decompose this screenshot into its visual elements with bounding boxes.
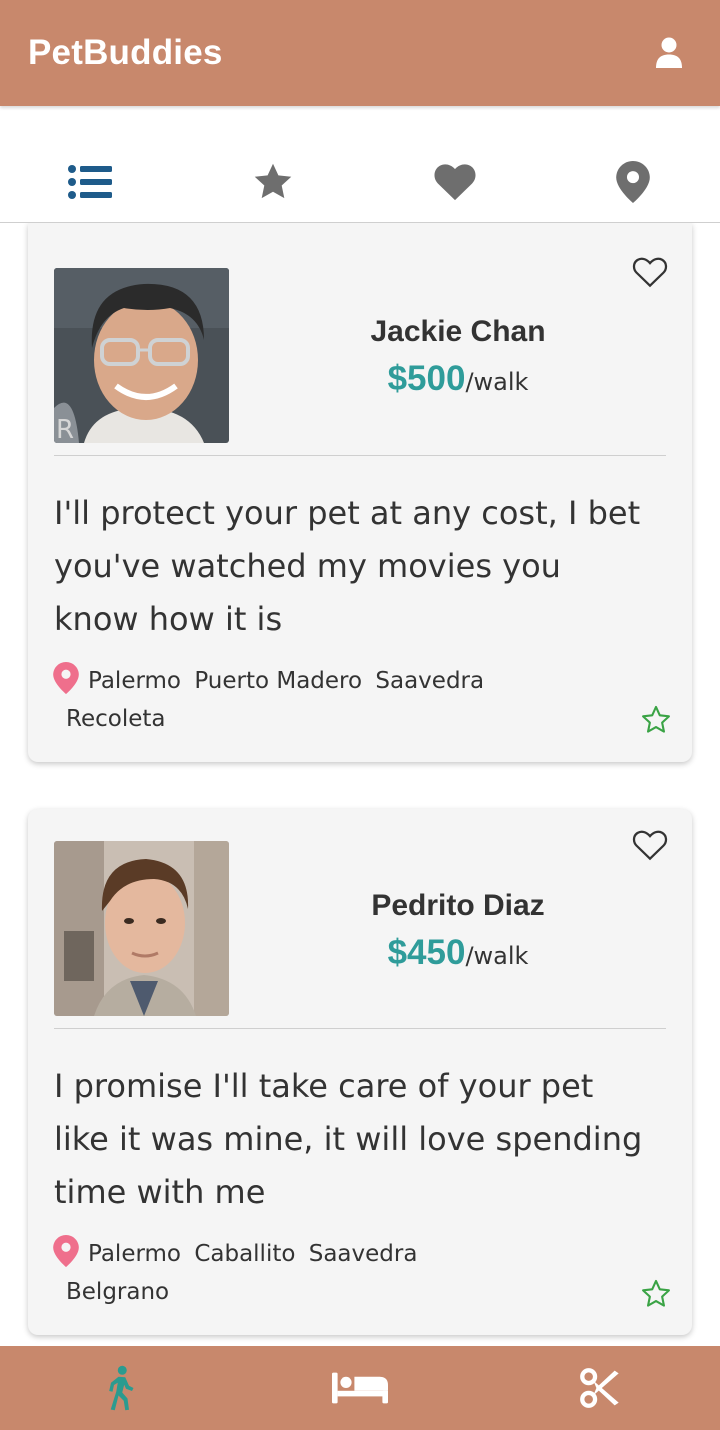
walking-icon [109,1365,134,1411]
star-icon [254,163,292,198]
scissors-icon [580,1368,619,1408]
tab-list[interactable] [0,106,180,223]
location-tag: Caballito [194,1241,296,1267]
nav-walking[interactable] [0,1346,240,1430]
map-pin-icon [616,160,650,203]
location-tag: Belgrano [66,1279,170,1305]
location-tag: Saavedra [375,668,485,694]
star-outline-icon [642,1279,670,1307]
price-unit: /walk [465,942,529,970]
profile-button[interactable] [654,36,684,70]
heart-icon [434,163,476,200]
user-icon [656,37,682,68]
location-tag: Saavedra [308,1241,418,1267]
price-line: $450/walk [258,933,658,973]
location-pin-icon [53,1235,79,1267]
svg-text:R: R [56,415,74,443]
app-header: PetBuddies [0,0,720,106]
price-line: $500/walk [258,359,658,399]
rate-button[interactable] [640,705,674,737]
tab-liked[interactable] [365,106,545,223]
location-tag: Palermo [88,1241,181,1267]
location-tag: Recoleta [66,706,166,732]
list-icon [68,164,112,199]
walker-price: $500 [387,359,466,398]
nav-grooming[interactable] [480,1346,720,1430]
location-pin-icon [53,662,79,694]
walker-price: $450 [387,933,466,972]
app-title: PetBuddies [28,33,223,72]
tab-map[interactable] [543,106,720,223]
walker-info: Jackie Chan $500/walk [258,315,658,399]
tab-favorites-star[interactable] [183,106,363,223]
walker-card[interactable]: R Jackie Chan $500/walk I'll protect you… [28,223,692,762]
bed-icon [332,1372,388,1404]
nav-boarding[interactable] [240,1346,480,1430]
bottom-nav [0,1346,720,1430]
price-unit: /walk [465,368,529,396]
walker-description: I'll protect your pet at any cost, I bet… [54,494,641,638]
rate-button[interactable] [640,1279,674,1311]
location-tag: Puerto Madero [194,668,363,694]
walker-card[interactable]: Pedrito Diaz $450/walk I promise I'll ta… [28,809,692,1335]
walker-photo: R [54,268,229,443]
tab-bar [0,106,720,223]
walker-description: I promise I'll take care of your pet lik… [54,1067,643,1211]
walker-name: Pedrito Diaz [371,889,545,922]
divider [54,455,666,456]
divider [54,1028,666,1029]
walker-feed[interactable]: R Jackie Chan $500/walk I'll protect you… [0,223,720,1346]
walker-photo [54,841,229,1016]
walker-info: Pedrito Diaz $450/walk [258,889,658,973]
heart-outline-icon [632,830,668,861]
star-outline-icon [642,705,670,733]
walker-locations: Palermo Puerto Madero Saavedra Recoleta [52,662,612,738]
walker-name: Jackie Chan [370,315,546,348]
walker-locations: Palermo Caballito Saavedra Belgrano [52,1235,612,1311]
favorite-button[interactable] [632,256,668,290]
favorite-button[interactable] [632,829,668,863]
heart-outline-icon [632,257,668,288]
location-tag: Palermo [88,668,181,694]
